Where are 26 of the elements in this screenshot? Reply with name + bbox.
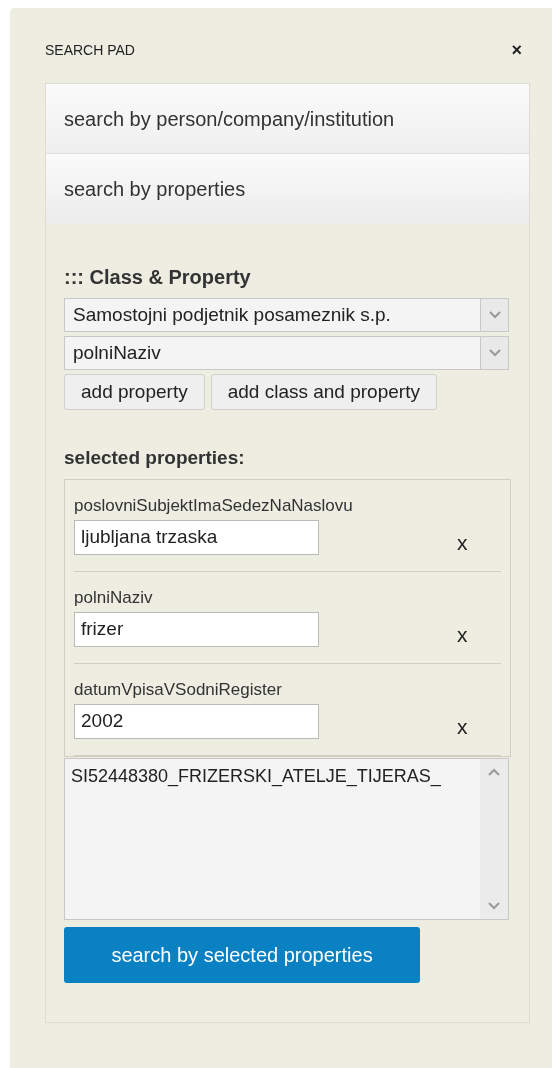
property-label: datumVpisaVSodniRegister	[74, 679, 283, 700]
scrollbar[interactable]	[480, 758, 508, 919]
panel-title: SEARCH PAD	[45, 40, 135, 60]
chevron-down-icon	[487, 900, 501, 911]
remove-button[interactable]: x	[457, 623, 468, 645]
remove-button[interactable]: x	[457, 531, 468, 553]
chevron-down-icon	[487, 348, 502, 358]
add-button[interactable]: add property	[64, 374, 205, 410]
result-item[interactable]: SI52448380_FRIZERSKI_ATELJE_TIJERAS_	[71, 762, 474, 790]
property-input[interactable]: ljubljana trzaska	[74, 519, 319, 555]
accordion-header[interactable]: search by properties	[46, 154, 529, 224]
search-button[interactable]: search by selected properties	[64, 926, 420, 983]
chevron-down-icon	[487, 310, 502, 320]
accordion-header[interactable]: search by person/company/institution	[46, 84, 529, 154]
dropdown[interactable]: Samostojni podjetnik posameznik s.p.	[64, 298, 509, 332]
property-label: polniNaziv	[74, 587, 154, 608]
section-heading: ::: Class & Property	[64, 265, 252, 290]
property-input[interactable]: 2002	[74, 703, 319, 739]
section-heading: selected properties:	[64, 446, 246, 470]
dropdown[interactable]: polniNaziv	[64, 336, 509, 370]
remove-button[interactable]: x	[457, 715, 468, 737]
property-input[interactable]: frizer	[74, 611, 319, 647]
chevron-up-icon	[487, 766, 501, 777]
property-label: poslovniSubjektImaSedezNaNaslovu	[74, 495, 354, 516]
close-button[interactable]: ×	[511, 41, 522, 59]
add-button[interactable]: add class and property	[210, 374, 437, 410]
